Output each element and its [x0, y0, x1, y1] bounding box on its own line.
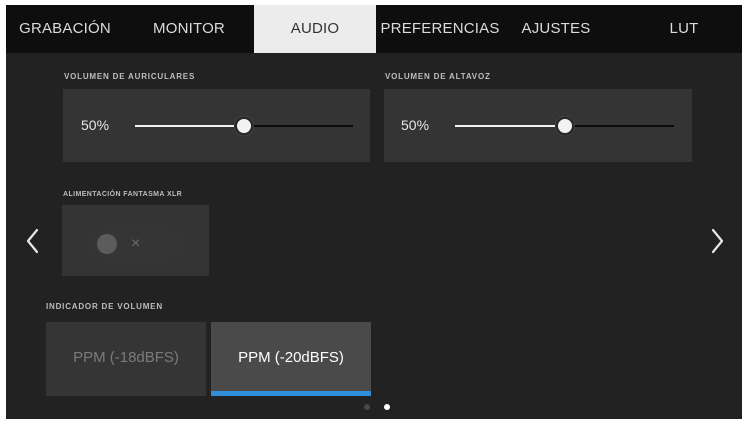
tab-monitor[interactable]: MONITOR: [134, 5, 244, 53]
level-indicator-label: INDICADOR DE VOLUMEN: [46, 302, 163, 311]
phantom-power-label: ALIMENTACIÓN FANTASMA XLR: [63, 191, 183, 198]
page-dot-2[interactable]: [384, 404, 390, 410]
phantom-power-toggle[interactable]: ×: [91, 230, 183, 258]
speaker-volume-knob[interactable]: [554, 116, 575, 136]
ppm-20-button[interactable]: PPM (-20dBFS): [211, 322, 371, 396]
settings-tab-bar: GRABACIÓN MONITOR AUDIO PREFERENCIAS AJU…: [6, 5, 742, 53]
tab-preferencias[interactable]: PREFERENCIAS: [376, 5, 504, 53]
selected-indicator: [211, 391, 371, 396]
speaker-volume-fill: [455, 125, 565, 127]
audio-settings-screen: GRABACIÓN MONITOR AUDIO PREFERENCIAS AJU…: [6, 5, 742, 419]
headphone-volume-fill: [135, 125, 244, 127]
ppm-20-label: PPM (-20dBFS): [238, 349, 344, 366]
speaker-volume-slider[interactable]: [455, 116, 674, 136]
chevron-right-icon[interactable]: [707, 227, 727, 255]
page-dot-1[interactable]: [364, 404, 370, 410]
headphone-volume-knob[interactable]: [234, 116, 254, 136]
tab-grabacion[interactable]: GRABACIÓN: [8, 5, 122, 53]
headphone-volume-label: VOLUMEN DE AURICULARES: [64, 72, 196, 81]
toggle-off-icon: ×: [131, 235, 141, 252]
headphone-volume-panel: 50%: [63, 89, 370, 162]
headphone-volume-slider[interactable]: [135, 116, 353, 136]
tab-audio[interactable]: AUDIO: [254, 5, 376, 53]
toggle-knob: [97, 234, 117, 254]
speaker-volume-value: 50%: [401, 117, 430, 133]
tab-ajustes[interactable]: AJUSTES: [516, 5, 596, 53]
speaker-volume-label: VOLUMEN DE ALTAVOZ: [385, 72, 491, 81]
headphone-volume-value: 50%: [81, 117, 110, 133]
chevron-left-icon[interactable]: [23, 227, 43, 255]
tab-lut[interactable]: LUT: [654, 5, 714, 53]
ppm-18-button[interactable]: PPM (-18dBFS): [46, 322, 206, 396]
speaker-volume-panel: 50%: [384, 89, 692, 162]
